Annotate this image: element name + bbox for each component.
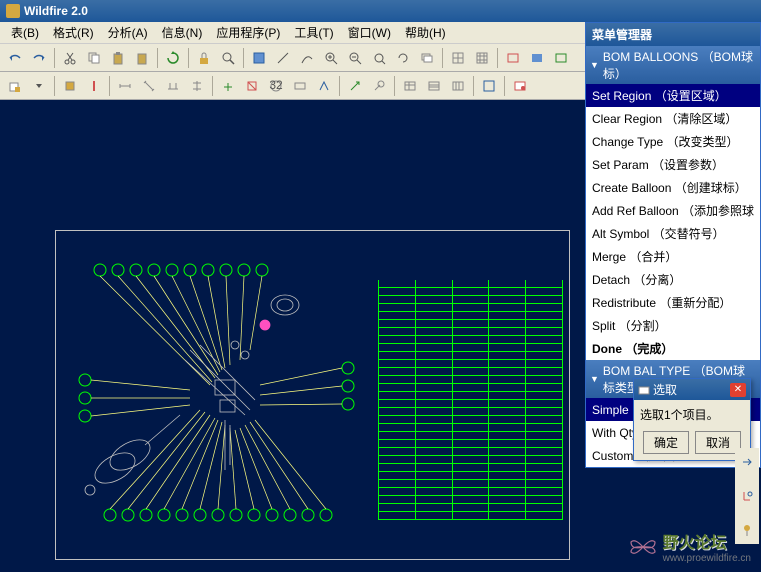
svg-text:32: 32 xyxy=(269,79,283,92)
chevron-down-icon: ▼ xyxy=(590,374,599,384)
bom-table[interactable]: document.write(Array.from({length:30},()… xyxy=(378,280,563,540)
menu-section-title: BOM BALLOONS （BOM球标） xyxy=(603,48,756,82)
menu-item[interactable]: Done （完成） xyxy=(586,337,760,360)
menu-item[interactable]: Redistribute （重新分配） xyxy=(586,291,760,314)
menu-item[interactable]: Alt Symbol （交替符号） xyxy=(586,222,760,245)
window-titlebar: Wildfire 2.0 xyxy=(0,0,761,22)
watermark-url: www.proewildfire.cn xyxy=(663,553,751,564)
dialog-titlebar[interactable]: 选取 ✕ xyxy=(634,379,750,400)
ref-button[interactable]: 32 xyxy=(265,75,287,97)
app-icon xyxy=(6,4,20,18)
paste-special-button[interactable] xyxy=(131,47,153,69)
menu-application[interactable]: 应用程序(P) xyxy=(209,22,287,43)
line-button[interactable] xyxy=(272,47,294,69)
format-button[interactable] xyxy=(478,75,500,97)
menu-format[interactable]: 格式(R) xyxy=(46,22,101,43)
note-button[interactable] xyxy=(217,75,239,97)
dialog-message: 选取1个项目。 xyxy=(640,406,744,423)
regen-button[interactable] xyxy=(162,47,184,69)
menu-analysis[interactable]: 分析(A) xyxy=(101,22,155,43)
dialog-title-text: 选取 xyxy=(653,381,677,398)
table3-button[interactable] xyxy=(447,75,469,97)
grid1-button[interactable] xyxy=(447,47,469,69)
menu-item[interactable]: Merge （合并） xyxy=(586,245,760,268)
paste-button[interactable] xyxy=(107,47,129,69)
menu-info[interactable]: 信息(N) xyxy=(155,22,210,43)
display1-button[interactable] xyxy=(502,47,524,69)
layers-button[interactable] xyxy=(416,47,438,69)
butterfly-icon xyxy=(629,536,657,558)
zoom-in-button[interactable] xyxy=(320,47,342,69)
menu-item[interactable]: Split （分割） xyxy=(586,314,760,337)
redo-button[interactable] xyxy=(28,47,50,69)
dim-button[interactable] xyxy=(114,75,136,97)
ok-button[interactable]: 确定 xyxy=(643,431,689,454)
lock-button[interactable] xyxy=(193,47,215,69)
dim4-button[interactable] xyxy=(186,75,208,97)
cut-button[interactable] xyxy=(59,47,81,69)
view-button[interactable] xyxy=(509,75,531,97)
symbol-button[interactable] xyxy=(241,75,263,97)
dim2-button[interactable] xyxy=(138,75,160,97)
dropdown-button[interactable] xyxy=(28,75,50,97)
menu-item[interactable]: Set Region （设置区域） xyxy=(586,84,760,107)
menu-item[interactable]: Clear Region （清除区域） xyxy=(586,107,760,130)
grid2-button[interactable] xyxy=(471,47,493,69)
dialog-icon xyxy=(638,384,650,396)
close-icon[interactable]: ✕ xyxy=(730,383,746,397)
menu-help[interactable]: 帮助(H) xyxy=(398,22,453,43)
copy-button[interactable] xyxy=(83,47,105,69)
datum-axis-button[interactable] xyxy=(83,75,105,97)
datum-plane-button[interactable] xyxy=(59,75,81,97)
menu-item[interactable]: Create Balloon （创建球标） xyxy=(586,176,760,199)
arrow-right-icon[interactable] xyxy=(737,452,757,472)
table-button[interactable] xyxy=(399,75,421,97)
menu-manager-title: 菜单管理器 xyxy=(586,23,760,46)
watermark: 野火论坛 www.proewildfire.cn xyxy=(629,529,751,564)
undo-button[interactable] xyxy=(4,47,26,69)
menu-item[interactable]: Set Param （设置参数） xyxy=(586,153,760,176)
chevron-down-icon: ▼ xyxy=(590,60,599,70)
search-button[interactable] xyxy=(217,47,239,69)
finish-button[interactable] xyxy=(313,75,335,97)
menu-tools[interactable]: 工具(T) xyxy=(287,22,340,43)
watermark-text: 野火论坛 xyxy=(663,529,751,553)
zoom-fit-button[interactable] xyxy=(368,47,390,69)
refresh-button[interactable] xyxy=(392,47,414,69)
menu-item[interactable]: Detach （分离） xyxy=(586,268,760,291)
select-dialog: 选取 ✕ 选取1个项目。 确定 取消 xyxy=(633,378,751,461)
menu-item[interactable]: Add Ref Balloon （添加参照球 xyxy=(586,199,760,222)
display2-button[interactable] xyxy=(526,47,548,69)
sheet-lock-button[interactable] xyxy=(4,75,26,97)
dim3-button[interactable] xyxy=(162,75,184,97)
select-button[interactable] xyxy=(248,47,270,69)
menu-table[interactable]: 表(B) xyxy=(4,22,46,43)
zoom-out-button[interactable] xyxy=(344,47,366,69)
menu-section-header[interactable]: ▼ BOM BALLOONS （BOM球标） xyxy=(586,46,760,84)
gtol-button[interactable] xyxy=(289,75,311,97)
assembly-drawing xyxy=(70,250,360,540)
curve-button[interactable] xyxy=(296,47,318,69)
display3-button[interactable] xyxy=(550,47,572,69)
menu-item[interactable]: Change Type （改变类型） xyxy=(586,130,760,153)
table2-button[interactable] xyxy=(423,75,445,97)
window-title: Wildfire 2.0 xyxy=(24,4,88,18)
arrow-button[interactable] xyxy=(344,75,366,97)
menu-window[interactable]: 窗口(W) xyxy=(341,22,398,43)
balloon-button[interactable] xyxy=(368,75,390,97)
datum-icon[interactable] xyxy=(737,486,757,506)
